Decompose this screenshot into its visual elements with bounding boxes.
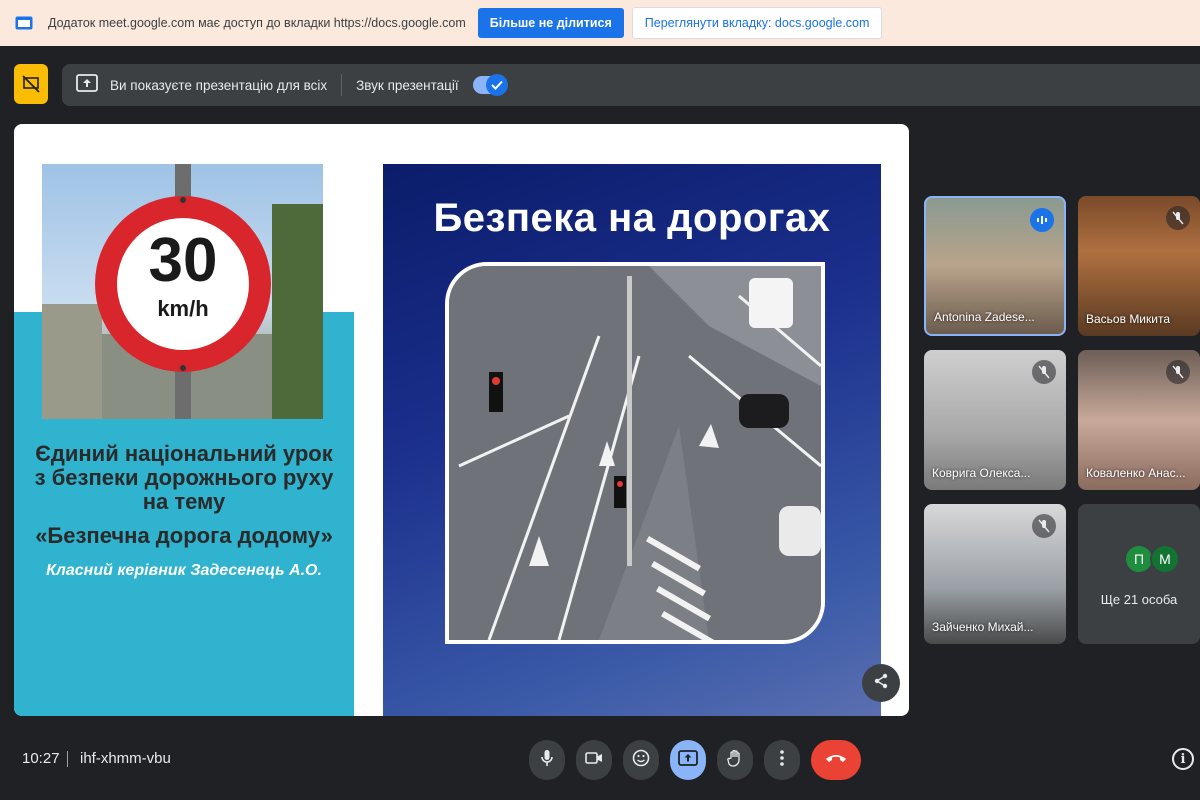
- participant-name: Васьов Микита: [1086, 312, 1170, 326]
- presentation-audio-label: Звук презентації: [356, 77, 459, 93]
- camera-button[interactable]: [576, 740, 612, 780]
- leave-call-button[interactable]: [811, 740, 861, 780]
- presentation-audio-toggle[interactable]: [472, 74, 508, 96]
- participant-tile[interactable]: Antonina Zadese...: [924, 196, 1066, 336]
- presenting-bar: Ви показуєте презентацію для всіх Звук п…: [62, 64, 1200, 106]
- mic-off-icon: [1032, 360, 1056, 384]
- speaking-indicator-icon: [1030, 208, 1054, 232]
- more-options-button[interactable]: [764, 740, 800, 780]
- speed-limit-value: 30: [148, 226, 218, 295]
- participant-name: Antonina Zadese...: [934, 310, 1035, 324]
- presenting-status-text: Ви показуєте презентацію для всіх: [110, 77, 328, 93]
- microphone-button[interactable]: [529, 740, 565, 780]
- present-screen-icon: [678, 749, 698, 772]
- participant-tile[interactable]: Васьов Микита: [1078, 196, 1200, 336]
- share-icon: [873, 673, 889, 694]
- participant-tile[interactable]: Коврига Олекса...: [924, 350, 1066, 490]
- divider: [341, 74, 343, 96]
- slide-right-panel: Безпека на дорогах: [383, 164, 881, 716]
- hang-up-icon: [824, 751, 848, 769]
- participant-tile[interactable]: Коваленко Анас...: [1078, 350, 1200, 490]
- more-participants-avatars: П M: [1124, 544, 1180, 574]
- participant-name: Коваленко Анас...: [1086, 466, 1186, 480]
- presentation-status-icon[interactable]: [14, 64, 48, 104]
- presentation-slide: 30 km/h Єдиний національний урок з безпе…: [14, 124, 909, 716]
- meeting-time: 10:27: [22, 750, 60, 767]
- mic-off-icon: [1032, 514, 1056, 538]
- lesson-title-block: Єдиний національний урок з безпеки дорож…: [34, 442, 334, 580]
- microphone-icon: [540, 749, 554, 772]
- present-now-button[interactable]: [670, 740, 706, 780]
- mic-off-icon: [1166, 206, 1190, 230]
- meeting-details-icon[interactable]: i: [1172, 748, 1194, 770]
- participant-tile[interactable]: Зайченко Михай...: [924, 504, 1066, 644]
- meeting-code: ihf-xhmm-vbu: [80, 750, 171, 767]
- divider: [67, 751, 68, 767]
- view-tab-button[interactable]: Переглянути вкладку: docs.google.com: [631, 7, 883, 39]
- participant-name: Коврига Олекса...: [932, 466, 1031, 480]
- avatar: M: [1150, 544, 1180, 574]
- speed-limit-unit: km/h: [157, 296, 209, 321]
- more-participants-label: Ще 21 особа: [1100, 592, 1178, 607]
- tab-share-banner: Додаток meet.google.com має доступ до вк…: [0, 0, 1200, 46]
- shared-tab-icon: [14, 15, 34, 31]
- hand-icon: [727, 749, 743, 772]
- mic-off-icon: [1166, 360, 1190, 384]
- more-vert-icon: [779, 749, 785, 772]
- road-intersection-photo: [445, 262, 825, 644]
- reactions-button[interactable]: [623, 740, 659, 780]
- lesson-subtitle: «Безпечна дорога додому»: [35, 523, 333, 548]
- share-banner-message: Додаток meet.google.com має доступ до вк…: [48, 16, 466, 30]
- share-slide-button[interactable]: [862, 664, 900, 702]
- slide-title: Безпека на дорогах: [433, 196, 831, 240]
- speed-limit-sign-photo: 30 km/h: [42, 164, 323, 419]
- more-participants-tile[interactable]: П M Ще 21 особа: [1078, 504, 1200, 644]
- raise-hand-button[interactable]: [717, 740, 753, 780]
- stop-sharing-button[interactable]: Більше не ділитися: [477, 8, 624, 38]
- camera-icon: [585, 751, 603, 770]
- emoji-icon: [632, 749, 650, 772]
- lesson-heading: Єдиний національний урок з безпеки дорож…: [34, 441, 334, 514]
- lesson-author: Класний керівник Задесенець А.О.: [46, 562, 322, 579]
- check-icon: [485, 74, 508, 96]
- participant-name: Зайченко Михай...: [932, 620, 1034, 634]
- present-screen-icon: [76, 73, 98, 98]
